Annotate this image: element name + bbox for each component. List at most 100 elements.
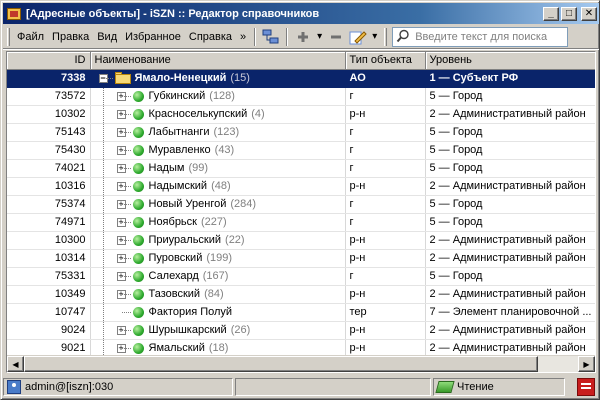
cell-name: + Муравленко (43) — [90, 141, 346, 160]
scroll-thumb[interactable] — [24, 356, 538, 372]
cell-name: + Надымский (48) — [90, 177, 346, 196]
search-toolbar-grip[interactable] — [384, 27, 388, 46]
cell-type: р-н — [345, 285, 426, 304]
tree-guide-line — [95, 321, 113, 338]
scroll-track[interactable] — [24, 356, 578, 372]
scroll-right-button[interactable]: ▶ — [578, 356, 595, 372]
expand-icon[interactable]: + — [116, 145, 126, 155]
cell-id: 10314 — [7, 249, 91, 268]
cell-type: г — [345, 87, 426, 106]
green-dot-icon — [132, 216, 144, 228]
expand-icon[interactable]: + — [116, 163, 126, 173]
cell-name: + Тазовский (84) — [90, 285, 346, 304]
window-title: [Адресные объекты] - iSZN :: Редактор сп… — [26, 7, 320, 20]
address-objects-grid: ID Наименование Тип объекта Уровень 7338… — [6, 51, 596, 373]
table-row[interactable]: 73572 + Губкинский (128) г 5 — Город — [7, 87, 595, 106]
hierarchy-icon[interactable] — [260, 27, 282, 47]
table-row[interactable]: 9021 + Ямальский (18) р-н 2 — Административны… — [7, 339, 595, 355]
table-row[interactable]: 10349 + Тазовский (84) р-н 2 — Административн… — [7, 285, 595, 304]
tree-guide-line — [95, 285, 113, 302]
app-logo-icon[interactable] — [577, 378, 595, 396]
menu-favorites[interactable]: Избранное — [121, 29, 185, 45]
table-row[interactable]: 10316 + Надымский (48) р-н 2 — Административн… — [7, 177, 595, 196]
cell-name: − Ямало-Ненецкий (15) — [90, 69, 346, 88]
remove-icon[interactable] — [325, 27, 347, 47]
cell-name: + Салехард (167) — [90, 267, 346, 286]
scroll-left-button[interactable]: ◀ — [7, 356, 24, 372]
table-row[interactable]: 74021 + Надым (99) г 5 — Город — [7, 159, 595, 178]
cell-type: г — [345, 141, 426, 160]
collapse-icon[interactable]: − — [98, 73, 108, 83]
expand-icon[interactable]: + — [116, 253, 126, 263]
tree-node-connector: + — [113, 196, 131, 213]
table-header-row: ID Наименование Тип объекта Уровень — [7, 52, 595, 70]
tree-guide-line — [95, 267, 113, 284]
table-row[interactable]: 10302 + Красноселькупский (4) р-н 2 — Админис… — [7, 105, 595, 124]
table-row[interactable]: 75331 + Салехард (167) г 5 — Город — [7, 267, 595, 286]
app-icon[interactable] — [6, 6, 22, 22]
expand-icon[interactable]: + — [116, 325, 126, 335]
cell-level: 5 — Город — [425, 195, 595, 214]
table-row[interactable]: 10314 + Пуровский (199) р-н 2 — Административ… — [7, 249, 595, 268]
expand-icon[interactable]: + — [116, 199, 126, 209]
table-row[interactable]: 75430 + Муравленко (43) г 5 — Город — [7, 141, 595, 160]
row-name: Ноябрьск — [148, 216, 197, 228]
cell-id: 75143 — [7, 123, 91, 142]
cell-id: 74971 — [7, 213, 91, 232]
status-mode: Чтение — [457, 381, 494, 393]
cell-id: 9024 — [7, 321, 91, 340]
row-name: Салехард — [148, 270, 199, 282]
cell-id: 9021 — [7, 339, 91, 355]
title-bar[interactable]: [Адресные объекты] - iSZN :: Редактор сп… — [3, 3, 599, 24]
expand-icon[interactable]: + — [116, 91, 126, 101]
cell-id: 10300 — [7, 231, 91, 250]
expand-icon[interactable]: + — [116, 181, 126, 191]
table-row[interactable]: 7338− Ямало-Ненецкий (15) АО 1 — Субъект РФ — [7, 69, 595, 88]
tree-guide-line — [95, 141, 113, 158]
table-row[interactable]: 10300 + Приуральский (22) р-н 2 — Администрат… — [7, 231, 595, 250]
expand-icon[interactable]: + — [116, 343, 126, 353]
add-icon[interactable] — [292, 27, 314, 47]
expand-icon[interactable]: + — [116, 289, 126, 299]
toolbar-separator — [254, 27, 257, 46]
search-input[interactable] — [415, 30, 566, 43]
green-dot-icon — [132, 306, 144, 318]
child-count: (43) — [214, 144, 235, 156]
expand-icon[interactable]: + — [116, 127, 126, 137]
table-row[interactable]: 74971 + Ноябрьск (227) г 5 — Город — [7, 213, 595, 232]
menu-overflow[interactable]: » — [236, 29, 250, 45]
expand-icon[interactable]: + — [116, 217, 126, 227]
edit-dropdown-icon[interactable]: ▾ — [372, 31, 377, 42]
cell-id: 7338 — [7, 69, 91, 88]
cell-type: р-н — [345, 249, 426, 268]
menu-file[interactable]: Файл — [13, 29, 48, 45]
column-header-level[interactable]: Уровень — [425, 52, 595, 70]
toolbar-grip[interactable] — [7, 27, 10, 46]
horizontal-scrollbar[interactable]: ◀ ▶ — [7, 355, 595, 372]
search-box[interactable] — [392, 26, 569, 47]
table-row[interactable]: 9024 + Шурышкарский (26) р-н 2 — Администрати… — [7, 321, 595, 340]
column-header-type[interactable]: Тип объекта — [345, 52, 426, 70]
tree-guide-line — [95, 105, 113, 122]
expand-icon[interactable]: + — [116, 271, 126, 281]
edit-icon[interactable] — [347, 27, 369, 47]
folder-icon — [114, 72, 131, 84]
expand-icon[interactable]: + — [116, 235, 126, 245]
close-button[interactable]: ✕ — [581, 6, 597, 21]
green-dot-icon — [132, 180, 144, 192]
column-header-name[interactable]: Наименование — [90, 52, 346, 70]
expand-icon[interactable]: + — [116, 109, 126, 119]
table-row[interactable]: 75143 + Лабытнанги (123) г 5 — Город — [7, 123, 595, 142]
status-mode-panel: Чтение — [433, 378, 565, 396]
menu-edit[interactable]: Правка — [48, 29, 93, 45]
table-row[interactable]: 75374 + Новый Уренгой (284) г 5 — Город — [7, 195, 595, 214]
menu-view[interactable]: Вид — [93, 29, 121, 45]
cell-id: 73572 — [7, 87, 91, 106]
tree-node-connector: + — [113, 124, 131, 141]
table-row[interactable]: 10747 Фактория Полуй тер 7 — Элемент планир… — [7, 303, 595, 322]
column-header-id[interactable]: ID — [7, 52, 91, 70]
maximize-button[interactable]: □ — [561, 6, 577, 21]
menu-help[interactable]: Справка — [185, 29, 236, 45]
minimize-button[interactable]: _ — [543, 6, 559, 21]
add-dropdown-icon[interactable]: ▾ — [317, 31, 322, 42]
